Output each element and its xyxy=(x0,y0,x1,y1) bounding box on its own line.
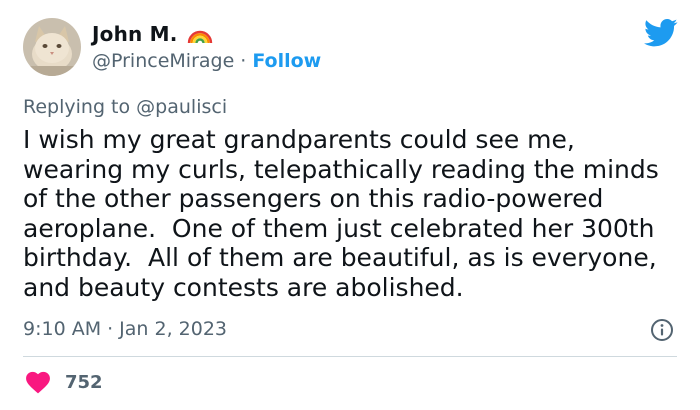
rainbow-icon xyxy=(186,23,214,45)
tweet-text: I wish my great grandparents could see m… xyxy=(23,125,683,302)
tweet-text-line: of the other passengers on this radio-po… xyxy=(23,184,604,213)
tweet-text-line: I wish my great grandparents could see m… xyxy=(23,125,575,154)
author-handle[interactable]: @PrinceMirage xyxy=(92,50,234,72)
separator-dot: · xyxy=(107,318,114,340)
tweet-text-line: aeroplane. One of them just celebrated h… xyxy=(23,213,655,243)
like-action[interactable]: 752 xyxy=(25,370,103,394)
tweet-date: Jan 2, 2023 xyxy=(119,318,228,340)
like-count: 752 xyxy=(65,371,103,393)
tweet-text-line: wearing my curls, telepathically reading… xyxy=(23,154,659,184)
author-display-name[interactable]: John M. xyxy=(92,22,178,46)
tweet-time: 9:10 AM xyxy=(23,318,102,340)
heart-icon[interactable] xyxy=(25,370,51,394)
reply-mention-link[interactable]: @paulisci xyxy=(136,96,227,118)
reply-prefix: Replying to xyxy=(23,96,131,118)
divider xyxy=(23,356,677,357)
author-name-row: John M. xyxy=(92,22,214,46)
tweet-text-line: birthday. All of them are beautiful, as … xyxy=(23,243,657,272)
tweet-card: John M. @PrinceMirage · Follow Replying … xyxy=(0,0,700,410)
tweet-timestamp[interactable]: 9:10 AM · Jan 2, 2023 xyxy=(23,318,227,340)
author-handle-row: @PrinceMirage · Follow xyxy=(92,50,321,72)
follow-button[interactable]: Follow xyxy=(252,50,321,72)
avatar[interactable] xyxy=(23,18,81,76)
tweet-text-line: and beauty contests are abolished. xyxy=(23,272,464,302)
reply-context: Replying to @paulisci xyxy=(23,96,227,118)
info-icon[interactable] xyxy=(650,318,674,342)
separator-dot: · xyxy=(240,50,247,72)
twitter-bird-icon[interactable] xyxy=(644,18,678,48)
